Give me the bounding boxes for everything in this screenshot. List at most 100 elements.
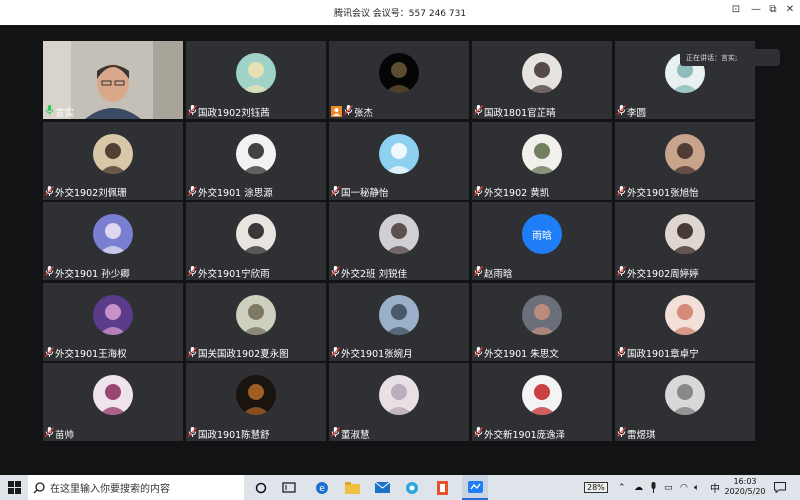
browser-icon[interactable]: [400, 475, 424, 500]
avatar: [379, 214, 419, 254]
avatar: [93, 294, 133, 335]
participant-name: 赵雨晗: [484, 268, 513, 280]
start-button[interactable]: [0, 475, 28, 500]
participant-tile[interactable]: 外交1902 黄凯: [472, 121, 612, 200]
participant-name: 外交1901宁欣雨: [198, 268, 270, 280]
participant-tile[interactable]: 张杰: [329, 41, 469, 119]
window-title: 腾讯会议 会议号：557 246 731: [333, 9, 467, 19]
wifi-icon[interactable]: ◠: [680, 475, 688, 500]
participant-name: 外交1901 朱思文: [484, 349, 559, 360]
participant-name: 外交新1901庞逸泽: [484, 429, 566, 441]
avatar: [236, 133, 276, 174]
avatar: [522, 375, 562, 415]
participant-tile[interactable]: 董淑慧: [329, 363, 469, 441]
participant-tile[interactable]: 国关国政1902夏永图: [186, 282, 326, 361]
participant-nameplate: 外交1902刘佩珊: [45, 185, 127, 199]
taskbar-search[interactable]: 在这里输入你要搜索的内容: [28, 475, 244, 500]
participant-nameplate: 外交1901张旭怡: [617, 185, 699, 199]
file-explorer-icon[interactable]: [340, 475, 364, 500]
avatar: [522, 294, 562, 335]
tencent-meeting-taskbar-icon[interactable]: [462, 475, 488, 500]
task-view-icon[interactable]: [278, 475, 300, 500]
participant-nameplate: 国政1902刘钰茜: [188, 105, 270, 119]
clock[interactable]: 16:03 2020/5/20: [722, 477, 768, 497]
microphone-muted-icon: [474, 346, 484, 360]
participant-tile[interactable]: 外交1902刘佩珊: [43, 121, 183, 200]
participant-tile[interactable]: 国一秘静怡: [329, 121, 469, 200]
microphone-muted-icon: [344, 105, 354, 118]
microphone-muted-icon: [617, 427, 627, 440]
avatar: [93, 133, 133, 174]
network-icon[interactable]: ▭: [664, 475, 673, 500]
participant-tile[interactable]: 外交1902周婷婷: [615, 202, 755, 280]
avatar: [665, 375, 705, 415]
notification-icon[interactable]: [774, 475, 786, 500]
minimize-button[interactable]: —: [748, 4, 764, 15]
search-icon: [33, 481, 45, 493]
participant-tile[interactable]: 外交1901张婉月: [329, 282, 469, 361]
taskbar: 在这里输入你要搜索的内容 e 28% ⌃ ☁ ▭ ◠ 🔈︎ 中 16:03 20…: [0, 475, 800, 500]
participant-name: 外交1901王海权: [55, 349, 127, 360]
participant-tile[interactable]: 外交1901 涂思源: [186, 121, 326, 200]
clock-time: 16:03: [733, 477, 757, 486]
tray-chevron-icon[interactable]: ⌃: [618, 475, 626, 500]
participant-name: 国政1901陈慧舒: [198, 429, 270, 441]
avatar: [236, 375, 276, 415]
avatar: [236, 214, 276, 254]
participant-name: 国政1801官芷晴: [484, 107, 556, 119]
cloud-icon[interactable]: ☁: [634, 475, 643, 500]
participant-tile[interactable]: 外交1901张旭怡: [615, 121, 755, 200]
participant-nameplate: 苗帅: [45, 427, 74, 441]
participant-nameplate: 国关国政1902夏永图: [188, 346, 289, 360]
participant-name: 李圆: [627, 107, 647, 119]
participant-tile[interactable]: 外交1901 朱思文: [472, 282, 612, 361]
participant-tile[interactable]: 国政1901陈慧舒: [186, 363, 326, 441]
participant-nameplate: 赵雨晗: [474, 266, 513, 280]
avatar: [93, 214, 133, 254]
participant-nameplate: 外交1902周婷婷: [617, 266, 699, 280]
maximize-button[interactable]: ⧉: [765, 4, 781, 15]
participant-tile[interactable]: 雷煜琪: [615, 363, 755, 441]
participant-name: 国政1901章卓宁: [627, 349, 699, 360]
participant-nameplate: 外交1901张婉月: [331, 346, 413, 360]
ime-indicator[interactable]: 中: [710, 475, 720, 500]
participant-tile[interactable]: 言实: [43, 41, 183, 119]
windows-icon: [7, 481, 21, 494]
participant-name: 国政1902刘钰茜: [198, 107, 270, 119]
participant-tile[interactable]: 外交2班 刘锐佳: [329, 202, 469, 280]
microphone-muted-icon: [45, 346, 55, 360]
participant-tile[interactable]: 外交1901 孙少卿: [43, 202, 183, 280]
battery-indicator[interactable]: 28%: [584, 475, 608, 500]
mail-icon[interactable]: [370, 475, 394, 500]
avatar: [236, 53, 276, 93]
participant-nameplate: 雷煜琪: [617, 427, 656, 441]
participant-tile[interactable]: 国政1801官芷晴: [472, 41, 612, 119]
avatar: [379, 133, 419, 174]
microphone-muted-icon: [617, 105, 627, 118]
participant-tile[interactable]: 外交新1901庞逸泽: [472, 363, 612, 441]
cortana-icon[interactable]: [250, 475, 272, 500]
close-button[interactable]: ✕: [782, 4, 798, 15]
participant-tile[interactable]: 苗帅: [43, 363, 183, 441]
microphone-icon[interactable]: [650, 475, 657, 500]
avatar: [236, 294, 276, 335]
participant-name: 外交1901 孙少卿: [55, 268, 130, 280]
microphone-muted-icon: [617, 185, 627, 199]
participant-nameplate: 国政1901章卓宁: [617, 346, 699, 360]
participant-tile[interactable]: 雨晗 赵雨晗: [472, 202, 612, 280]
participant-name: 外交1901张旭怡: [627, 188, 699, 199]
participant-name: 董淑慧: [341, 429, 370, 441]
participant-tile[interactable]: 外交1901王海权: [43, 282, 183, 361]
volume-icon[interactable]: 🔈︎: [694, 475, 699, 500]
title-bar: 腾讯会议 会议号：557 246 731 ⊡ — ⧉ ✕: [0, 0, 800, 25]
edge-icon[interactable]: e: [310, 475, 334, 500]
participant-tile[interactable]: 国政1901章卓宁: [615, 282, 755, 361]
participant-tile[interactable]: 外交1901宁欣雨: [186, 202, 326, 280]
battery-label: 28%: [584, 482, 608, 493]
participant-name: 外交1902周婷婷: [627, 268, 699, 280]
pin-icon[interactable]: ⊡: [728, 4, 744, 15]
office-icon[interactable]: [430, 475, 454, 500]
microphone-muted-icon: [474, 266, 484, 279]
participant-tile[interactable]: 国政1902刘钰茜: [186, 41, 326, 119]
microphone-muted-icon: [474, 185, 484, 199]
